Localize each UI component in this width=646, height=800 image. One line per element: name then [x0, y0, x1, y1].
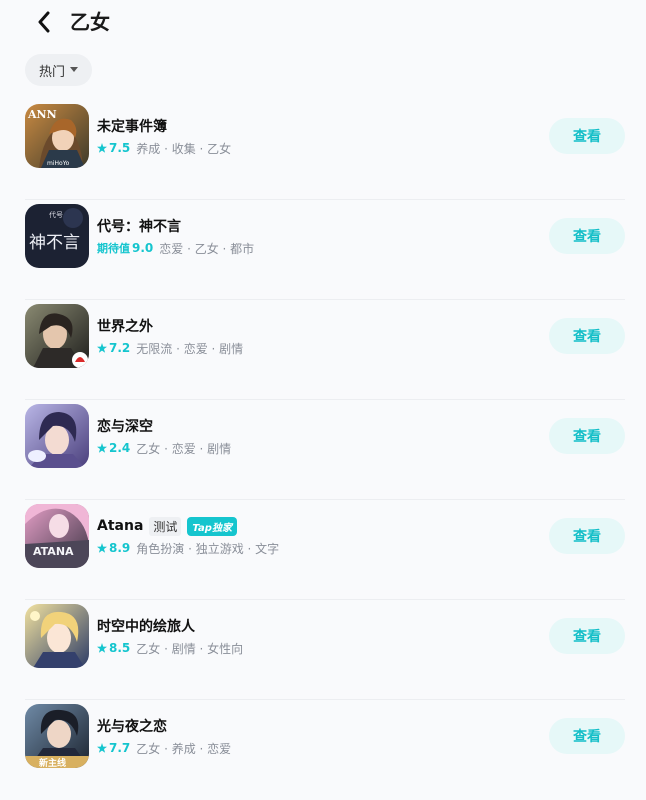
game-name[interactable]: 世界之外: [97, 316, 153, 336]
game-name[interactable]: 光与夜之恋: [97, 716, 167, 736]
page-title: 乙女: [70, 10, 110, 34]
game-icon[interactable]: ANN miHoYo: [25, 104, 89, 168]
game-name[interactable]: 代号：神不言: [97, 216, 181, 236]
svg-text:新主线: 新主线: [39, 757, 66, 768]
game-name[interactable]: 恋与深空: [97, 416, 153, 436]
game-icon[interactable]: [25, 304, 89, 368]
list-item[interactable]: 新主线 光与夜之恋 7.7 乙女 · 养成 · 恋爱 查看: [25, 700, 625, 800]
star-icon: [97, 743, 107, 753]
list-item[interactable]: 世界之外 7.2 无限流 · 恋爱 · 剧情 查看: [25, 300, 625, 400]
rating: 7.5: [97, 141, 130, 155]
game-tags: 乙女 · 养成 · 恋爱: [136, 741, 232, 756]
test-badge: 测试: [149, 516, 182, 536]
svg-text:miHoYo: miHoYo: [47, 160, 70, 167]
game-list: ANN miHoYo 未定事件簿 7.5 养成 · 收集 · 乙女 查看 代号 …: [25, 100, 625, 800]
game-icon[interactable]: 新主线: [25, 704, 89, 768]
list-item[interactable]: ANN miHoYo 未定事件簿 7.5 养成 · 收集 · 乙女 查看: [25, 100, 625, 200]
game-tags: 恋爱 · 乙女 · 都市: [159, 241, 255, 256]
back-button[interactable]: [34, 9, 54, 35]
list-item[interactable]: 时空中的绘旅人 8.5 乙女 · 剧情 · 女性向 查看: [25, 600, 625, 700]
star-icon: [97, 543, 107, 553]
rating: 8.5: [97, 641, 130, 655]
game-name[interactable]: 时空中的绘旅人: [97, 616, 195, 636]
svg-text:神不言: 神不言: [29, 233, 80, 253]
expectation-score: 期待值 9.0: [97, 241, 154, 255]
game-name[interactable]: Atana: [97, 518, 143, 534]
game-tags: 乙女 · 恋爱 · 剧情: [136, 441, 232, 456]
game-icon[interactable]: [25, 604, 89, 668]
view-button[interactable]: 查看: [549, 318, 625, 354]
view-button[interactable]: 查看: [549, 218, 625, 254]
svg-text:ANN: ANN: [27, 108, 57, 121]
list-item[interactable]: ATANA Atana 测试 Tap独家 8.9 角色扮演 · 独立游戏 · 文…: [25, 500, 625, 600]
game-icon[interactable]: 代号 神不言: [25, 204, 89, 268]
view-button[interactable]: 查看: [549, 518, 625, 554]
rating: 8.9: [97, 541, 130, 555]
game-icon[interactable]: [25, 404, 89, 468]
star-icon: [97, 143, 107, 153]
tap-exclusive-badge: Tap独家: [187, 516, 237, 536]
view-button[interactable]: 查看: [549, 118, 625, 154]
list-item[interactable]: 代号 神不言 代号：神不言 期待值 9.0 恋爱 · 乙女 · 都市 查看: [25, 200, 625, 300]
game-icon[interactable]: ATANA: [25, 504, 89, 568]
game-tags: 养成 · 收集 · 乙女: [136, 141, 232, 156]
svg-text:代号: 代号: [49, 210, 63, 219]
star-icon: [97, 643, 107, 653]
svg-text:ATANA: ATANA: [33, 545, 74, 558]
rating: 7.7: [97, 741, 130, 755]
sort-label: 热门: [39, 64, 66, 80]
view-button[interactable]: 查看: [549, 618, 625, 654]
caret-down-icon: [70, 67, 79, 72]
view-button[interactable]: 查看: [549, 718, 625, 754]
list-item[interactable]: 恋与深空 2.4 乙女 · 恋爱 · 剧情 查看: [25, 400, 625, 500]
star-icon: [97, 443, 107, 453]
rating: 2.4: [97, 441, 130, 455]
rating: 7.2: [97, 341, 130, 355]
game-tags: 乙女 · 剧情 · 女性向: [136, 641, 244, 656]
star-icon: [97, 343, 107, 353]
game-name[interactable]: 未定事件簿: [97, 116, 167, 136]
game-tags: 角色扮演 · 独立游戏 · 文字: [136, 541, 280, 556]
top-bar: 乙女: [0, 0, 646, 46]
game-tags: 无限流 · 恋爱 · 剧情: [136, 341, 244, 356]
view-button[interactable]: 查看: [549, 418, 625, 454]
sort-dropdown[interactable]: 热门: [25, 54, 93, 86]
chevron-left-icon: [38, 11, 50, 33]
